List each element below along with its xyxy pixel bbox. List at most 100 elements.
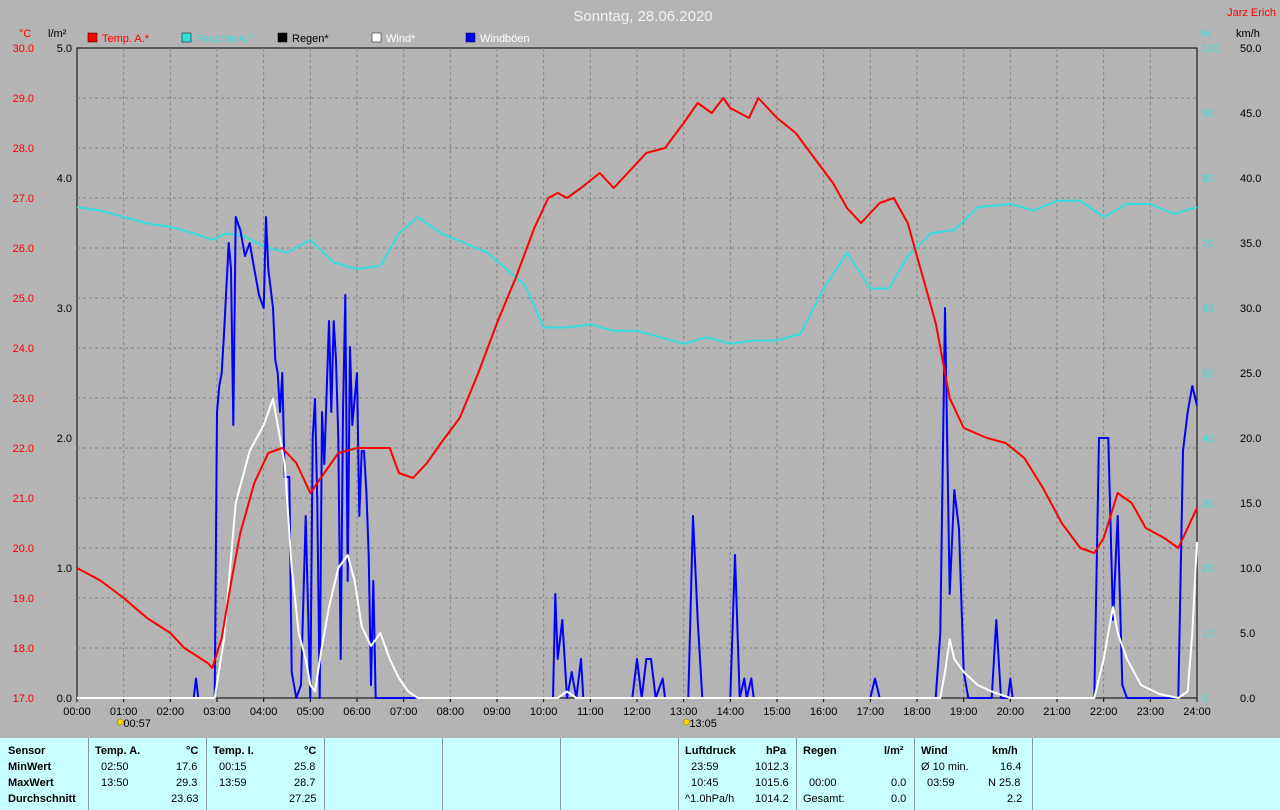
wind-tick-label: 5.0 bbox=[1240, 628, 1255, 640]
temp-tick-label: 19.0 bbox=[13, 593, 34, 605]
rain-tick-label: 0.0 bbox=[57, 693, 72, 705]
rain-tick-label: 4.0 bbox=[57, 173, 72, 185]
x-tick-label: 13:00 bbox=[670, 706, 698, 718]
weather-chart: Sonntag, 28.06.2020 Jarz Erich °C l/m² %… bbox=[0, 0, 1280, 738]
legend-label: Temp. A.* bbox=[102, 33, 150, 45]
x-tick-label: 12:00 bbox=[623, 706, 651, 718]
x-tick-label: 02:00 bbox=[157, 706, 185, 718]
temp-tick-label: 18.0 bbox=[13, 643, 34, 655]
x-tick-label: 04:00 bbox=[250, 706, 278, 718]
x-tick-label: 18:00 bbox=[903, 706, 931, 718]
legend-swatch bbox=[277, 32, 288, 43]
wind-tick-label: 20.0 bbox=[1240, 433, 1261, 445]
pressure-title: Luftdruck bbox=[685, 745, 736, 757]
temp-axis-unit: °C bbox=[19, 28, 31, 40]
humidity-tick-label: 80 bbox=[1202, 173, 1214, 185]
x-tick-label: 03:00 bbox=[203, 706, 231, 718]
humidity-tick-label: 10 bbox=[1202, 628, 1214, 640]
wind-avg10-label: Ø 10 min. bbox=[921, 761, 969, 773]
x-tick-label: 06:00 bbox=[343, 706, 371, 718]
wind-tick-label: 0.0 bbox=[1240, 693, 1255, 705]
pressure-max-time: 10:45 bbox=[691, 777, 719, 789]
pressure-max: 1015.6 bbox=[755, 777, 789, 789]
x-tick-label: 24:00 bbox=[1183, 706, 1211, 718]
temp-tick-label: 29.0 bbox=[13, 93, 34, 105]
x-tick-label: 00:00 bbox=[63, 706, 91, 718]
chart-title: Sonntag, 28.06.2020 bbox=[573, 8, 712, 25]
sun-event: 00:57 bbox=[117, 718, 151, 730]
legend-label: Wind* bbox=[386, 33, 416, 45]
temp-tick-label: 25.0 bbox=[13, 293, 34, 305]
min-label: MinWert bbox=[8, 761, 52, 773]
rain-tick-label: 3.0 bbox=[57, 303, 72, 315]
x-tick-label: 21:00 bbox=[1043, 706, 1071, 718]
humidity-tick-label: 20 bbox=[1202, 563, 1214, 575]
max-label: MaxWert bbox=[8, 777, 54, 789]
legend-swatch bbox=[465, 32, 476, 43]
rain-max-time: 00:00 bbox=[809, 777, 837, 789]
rain-unit: l/m² bbox=[884, 745, 904, 757]
humidity-tick-label: 100 bbox=[1202, 43, 1220, 55]
temp-tick-label: 28.0 bbox=[13, 143, 34, 155]
temp-tick-label: 26.0 bbox=[13, 243, 34, 255]
sensor-header: Sensor bbox=[8, 745, 46, 757]
x-tick-label: 23:00 bbox=[1137, 706, 1165, 718]
humidity-tick-label: 30 bbox=[1202, 498, 1214, 510]
temp-a-max: 29.3 bbox=[176, 777, 198, 789]
x-tick-label: 08:00 bbox=[437, 706, 465, 718]
temp-tick-label: 17.0 bbox=[13, 693, 34, 705]
rain-max: 0.0 bbox=[891, 777, 907, 789]
wind-avg10: 16.4 bbox=[1000, 761, 1022, 773]
x-tick-label: 11:00 bbox=[577, 706, 604, 718]
x-tick-label: 09:00 bbox=[483, 706, 511, 718]
rain-axis-unit: l/m² bbox=[48, 28, 67, 40]
temp-a-avg: 23.63 bbox=[171, 793, 199, 805]
sun-event-time: 13:05 bbox=[689, 718, 717, 730]
pressure-min: 1012.3 bbox=[755, 761, 789, 773]
legend-label: Regen* bbox=[292, 33, 329, 45]
temp-i-min-time: 00:15 bbox=[219, 761, 247, 773]
legend-swatch bbox=[181, 32, 192, 43]
pressure-min-time: 23:59 bbox=[691, 761, 719, 773]
wind-tick-label: 30.0 bbox=[1240, 303, 1261, 315]
sun-event: 13:05 bbox=[683, 718, 717, 730]
wind-title: Wind bbox=[921, 745, 948, 757]
legend-label: Feuchte A.* bbox=[196, 33, 254, 45]
humidity-tick-label: 70 bbox=[1202, 238, 1214, 250]
rain-tick-label: 1.0 bbox=[57, 563, 72, 575]
x-tick-label: 07:00 bbox=[390, 706, 418, 718]
wind-tick-label: 50.0 bbox=[1240, 43, 1261, 55]
pressure-avg: 1014.2 bbox=[755, 793, 789, 805]
temp-a-max-time: 13:50 bbox=[101, 777, 129, 789]
legend-swatch bbox=[371, 32, 382, 43]
temp-tick-label: 30.0 bbox=[13, 43, 34, 55]
x-tick-label: 10:00 bbox=[530, 706, 558, 718]
humidity-tick-label: 60 bbox=[1202, 303, 1214, 315]
humidity-tick-label: 40 bbox=[1202, 433, 1214, 445]
x-tick-label: 01:00 bbox=[110, 706, 138, 718]
temp-tick-label: 22.0 bbox=[13, 443, 34, 455]
rain-tick-label: 5.0 bbox=[57, 43, 72, 55]
wind-avg: 2.2 bbox=[1007, 793, 1023, 805]
rain-title: Regen bbox=[803, 745, 837, 757]
legend-label: Windböen bbox=[480, 33, 530, 45]
temp-tick-label: 27.0 bbox=[13, 193, 34, 205]
temp-i-unit: °C bbox=[304, 745, 317, 757]
temp-i-avg: 27.25 bbox=[289, 793, 317, 805]
sun-event-time: 00:57 bbox=[123, 718, 151, 730]
wind-tick-label: 35.0 bbox=[1240, 238, 1261, 250]
wind-max: N 25.8 bbox=[988, 777, 1021, 789]
wind-tick-label: 15.0 bbox=[1240, 498, 1261, 510]
humidity-tick-label: 0 bbox=[1202, 693, 1208, 705]
x-tick-label: 15:00 bbox=[763, 706, 791, 718]
temp-a-title: Temp. A. bbox=[95, 745, 141, 757]
temp-i-max-time: 13:59 bbox=[219, 777, 247, 789]
legend-swatch bbox=[87, 32, 98, 43]
humidity-axis-unit: % bbox=[1200, 28, 1210, 40]
rain-total: 0.0 bbox=[891, 793, 907, 805]
x-tick-label: 14:00 bbox=[717, 706, 745, 718]
x-tick-label: 16:00 bbox=[810, 706, 838, 718]
wind-tick-label: 25.0 bbox=[1240, 368, 1261, 380]
x-tick-label: 20:00 bbox=[997, 706, 1025, 718]
stats-table: Sensor MinWert MaxWert Durchschnitt Temp… bbox=[0, 738, 1280, 810]
